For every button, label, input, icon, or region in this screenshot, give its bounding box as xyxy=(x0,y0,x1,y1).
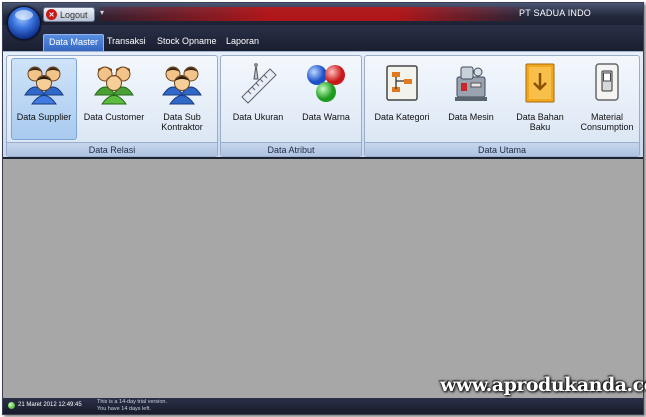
data-bahan-baku-button[interactable]: Data Bahan Baku xyxy=(506,58,574,140)
switch-icon xyxy=(595,63,619,101)
tab-data-master[interactable]: Data Master xyxy=(43,34,105,51)
data-sub-kontraktor-button[interactable]: Data Sub Kontraktor xyxy=(149,58,215,140)
title-accent xyxy=(99,7,523,21)
box-icon xyxy=(525,63,555,103)
data-ukuran-button[interactable]: Data Ukuran xyxy=(225,58,291,140)
data-customer-button[interactable]: Data Customer xyxy=(81,58,147,140)
data-bahan-baku-label: Data Bahan Baku xyxy=(516,112,564,132)
ribbon-group-data-atribut: Data Ukuran Data Warna Data Atribut xyxy=(220,55,362,157)
data-warna-label: Data Warna xyxy=(302,112,350,122)
ribbon-panel: Data Supplier Data Customer Data Sub Kon… xyxy=(3,51,643,159)
status-bar: 21 Maret 2012 12:49:45 This is a 14-day … xyxy=(3,398,643,414)
users-group-icon xyxy=(162,66,202,105)
machine-icon xyxy=(455,66,487,101)
trial-notice-line1: This is a 14-day trial version. xyxy=(97,399,167,405)
ribbon-tab-bar: Data Master Transaksi Stock Opname Lapor… xyxy=(3,25,643,51)
group-caption-data-relasi: Data Relasi xyxy=(7,142,217,156)
app-title: PT SADUA INDO xyxy=(519,8,591,18)
status-datetime: 21 Maret 2012 12:49:45 xyxy=(18,402,82,408)
application-menu-button[interactable] xyxy=(7,6,41,40)
trial-notice-line2: You have 14 days left. xyxy=(97,406,151,412)
data-warna-button[interactable]: Data Warna xyxy=(293,58,359,140)
mdi-work-area xyxy=(3,161,643,398)
quick-access-dropdown-icon[interactable]: ▾ xyxy=(100,8,104,17)
watermark: www.aprodukanda.com xyxy=(440,374,646,396)
tab-laporan[interactable]: Laporan xyxy=(221,34,264,51)
measure-icon xyxy=(241,63,277,104)
users-group-icon xyxy=(94,66,134,105)
data-mesin-button[interactable]: Data Mesin xyxy=(438,58,504,140)
data-kategori-button[interactable]: Data Kategori xyxy=(369,58,435,140)
material-consumption-button[interactable]: Material Consumption xyxy=(576,58,638,140)
data-customer-label: Data Customer xyxy=(83,112,145,122)
ribbon-group-data-relasi: Data Supplier Data Customer Data Sub Kon… xyxy=(6,55,218,157)
color-balls-icon xyxy=(307,65,345,102)
logout-icon: ✕ xyxy=(46,9,57,20)
status-indicator-icon xyxy=(8,402,15,409)
data-ukuran-label: Data Ukuran xyxy=(232,112,284,122)
category-icon xyxy=(386,65,418,101)
app-window: ✕ Logout ▾ PT SADUA INDO Data Master Tra… xyxy=(2,2,644,415)
data-sub-kontraktor-label: Data Sub Kontraktor xyxy=(161,112,203,132)
ribbon-group-data-utama: Data Kategori Data Mesin Data Bahan Baku… xyxy=(364,55,640,157)
logout-button[interactable]: ✕ Logout xyxy=(43,7,95,22)
title-bar: ✕ Logout ▾ PT SADUA INDO xyxy=(3,3,643,25)
logout-label: Logout xyxy=(60,9,88,20)
data-supplier-button[interactable]: Data Supplier xyxy=(11,58,77,140)
data-mesin-label: Data Mesin xyxy=(448,112,494,122)
material-consumption-label: Material Consumption xyxy=(580,112,634,132)
users-group-icon xyxy=(24,66,64,105)
group-caption-data-utama: Data Utama xyxy=(365,142,639,156)
data-supplier-label: Data Supplier xyxy=(16,112,72,122)
data-kategori-label: Data Kategori xyxy=(374,112,430,122)
group-caption-data-atribut: Data Atribut xyxy=(221,142,361,156)
tab-transaksi[interactable]: Transaksi xyxy=(102,34,151,51)
tab-stock-opname[interactable]: Stock Opname xyxy=(152,34,222,51)
